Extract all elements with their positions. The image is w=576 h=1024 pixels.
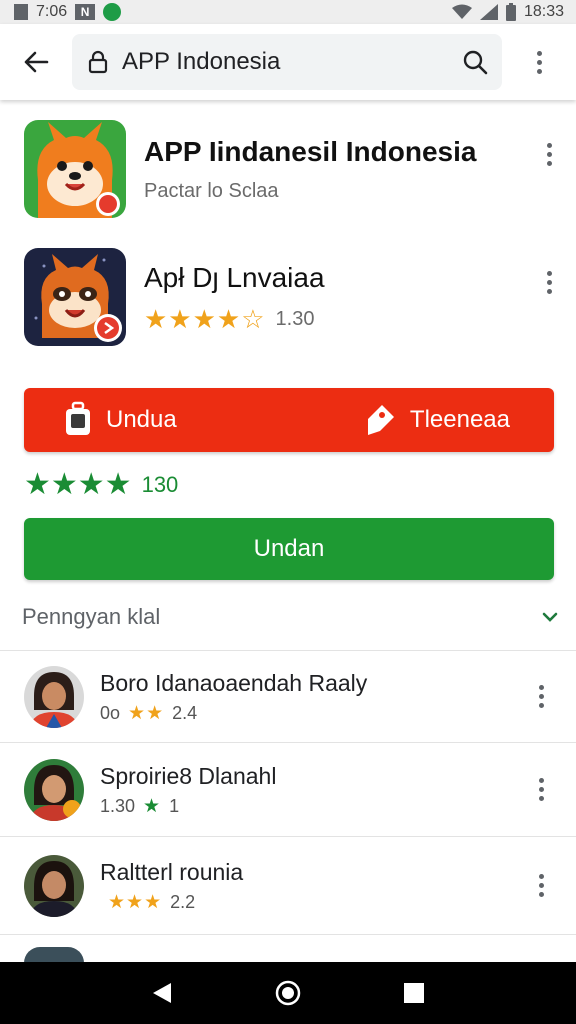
kebab-menu-icon bbox=[524, 42, 554, 82]
tag-icon bbox=[367, 405, 394, 435]
status-time-left: 7:06 bbox=[36, 3, 68, 20]
reviews-header[interactable]: Penngyan klal bbox=[22, 604, 558, 630]
status-right: 18:33 bbox=[451, 3, 564, 21]
install-button[interactable]: Undan bbox=[24, 518, 554, 580]
review-score: 2.2 bbox=[170, 891, 196, 912]
battery-icon bbox=[505, 3, 516, 21]
star-rating: ★★★★☆ bbox=[144, 304, 266, 334]
kebab-menu-icon[interactable] bbox=[526, 677, 556, 717]
app-info-2: Apł Dȷ Lnvaiaa ★★★★☆ 1.30 bbox=[144, 262, 534, 332]
lock-icon bbox=[88, 50, 108, 74]
raccoon-app-icon bbox=[24, 248, 126, 346]
reviews-title: Penngyan klal bbox=[22, 604, 161, 629]
reviewer-name: Sproirie8 Dlanahl bbox=[100, 762, 277, 789]
nav-recents-icon[interactable] bbox=[403, 982, 425, 1004]
back-button[interactable] bbox=[0, 24, 72, 100]
review-prefix: 0o bbox=[100, 702, 121, 723]
nav-home-icon[interactable] bbox=[275, 980, 301, 1006]
review-stars: ★★ bbox=[128, 702, 165, 724]
review-item[interactable]: Sproirie8 Dlanahl 1.30 ★ 1 bbox=[0, 742, 576, 836]
other-action-button[interactable]: Tleeneaa bbox=[364, 403, 510, 437]
avatar bbox=[24, 947, 84, 963]
url-text: APP Indonesia bbox=[122, 48, 281, 75]
review-item-partial[interactable] bbox=[0, 934, 576, 963]
chevron-down-icon[interactable] bbox=[542, 611, 558, 623]
review-item[interactable]: Boro Idanaoaendah Raaly 0o ★★ 2.4 bbox=[0, 650, 576, 742]
review-item[interactable]: Raltterl rounia ★★★ 2.2 bbox=[0, 836, 576, 934]
review-prefix: 1.30 bbox=[100, 795, 136, 816]
arrow-left-icon bbox=[24, 51, 49, 73]
signal-icon bbox=[479, 4, 498, 20]
app-title: Apł Dȷ Lnvaiaa bbox=[144, 262, 325, 293]
avatar bbox=[24, 758, 84, 821]
kebab-menu-icon[interactable] bbox=[526, 866, 556, 906]
review-info: Boro Idanaoaendah Raaly 0o ★★ 2.4 bbox=[100, 670, 526, 724]
review-stars: ★★★ bbox=[108, 891, 163, 913]
review-score: 2.4 bbox=[172, 702, 198, 723]
app-title: APP Iindanesil Indonesia bbox=[144, 135, 477, 167]
download-button[interactable]: Undua bbox=[64, 401, 177, 439]
app-info-1: APP Iindanesil Indonesia Pactar lo Sclaa bbox=[144, 136, 534, 203]
reviewer-name: Raltterl rounia bbox=[100, 858, 244, 885]
summary-stars: ★★★★ bbox=[24, 468, 132, 501]
status-bar: 7:06 N 18:33 bbox=[0, 0, 576, 24]
review-meta: ★★★ 2.2 bbox=[100, 892, 526, 913]
review-info: Raltterl rounia ★★★ 2.2 bbox=[100, 859, 526, 913]
app-item-1[interactable]: APP Iindanesil Indonesia Pactar lo Sclaa bbox=[24, 120, 564, 218]
rating-value: 1.30 bbox=[275, 307, 315, 330]
notification-icon bbox=[14, 4, 28, 20]
fox-app-icon bbox=[24, 120, 126, 218]
other-label: Tleeneaa bbox=[409, 406, 510, 433]
app-subtitle: Pactar lo Sclaa bbox=[144, 179, 279, 202]
rating-summary: ★★★★ 130 bbox=[24, 470, 178, 500]
download-label: Undua bbox=[106, 406, 177, 433]
green-app-icon bbox=[103, 3, 122, 21]
review-score: 1 bbox=[169, 795, 180, 816]
overflow-menu-button[interactable] bbox=[502, 24, 576, 100]
reviewer-name: Boro Idanaoaendah Raaly bbox=[100, 669, 368, 696]
status-left: 7:06 N bbox=[14, 3, 122, 21]
address-bar[interactable]: APP Indonesia bbox=[72, 34, 502, 90]
review-meta: 0o ★★ 2.4 bbox=[100, 703, 526, 724]
system-nav-bar bbox=[0, 962, 576, 1024]
top-toolbar: APP Indonesia bbox=[0, 24, 576, 100]
app-rating: ★★★★☆ 1.30 bbox=[144, 306, 534, 332]
kebab-menu-icon[interactable] bbox=[534, 134, 564, 174]
review-info: Sproirie8 Dlanahl 1.30 ★ 1 bbox=[100, 763, 526, 817]
search-icon[interactable] bbox=[462, 49, 488, 75]
avatar bbox=[24, 665, 84, 728]
review-stars: ★ bbox=[143, 795, 162, 817]
kebab-menu-icon[interactable] bbox=[534, 262, 564, 302]
wifi-icon bbox=[451, 4, 472, 19]
nav-back-icon[interactable] bbox=[151, 981, 173, 1005]
kebab-menu-icon[interactable] bbox=[526, 770, 556, 810]
status-time-right: 18:33 bbox=[523, 3, 564, 20]
luggage-icon bbox=[66, 401, 90, 435]
action-bar: Undua Tleeneaa bbox=[24, 388, 554, 452]
summary-value: 130 bbox=[141, 472, 179, 497]
avatar bbox=[24, 854, 84, 917]
app-item-2[interactable]: Apł Dȷ Lnvaiaa ★★★★☆ 1.30 bbox=[24, 248, 564, 346]
app-notification-icon: N bbox=[75, 4, 96, 20]
review-meta: 1.30 ★ 1 bbox=[100, 796, 526, 817]
